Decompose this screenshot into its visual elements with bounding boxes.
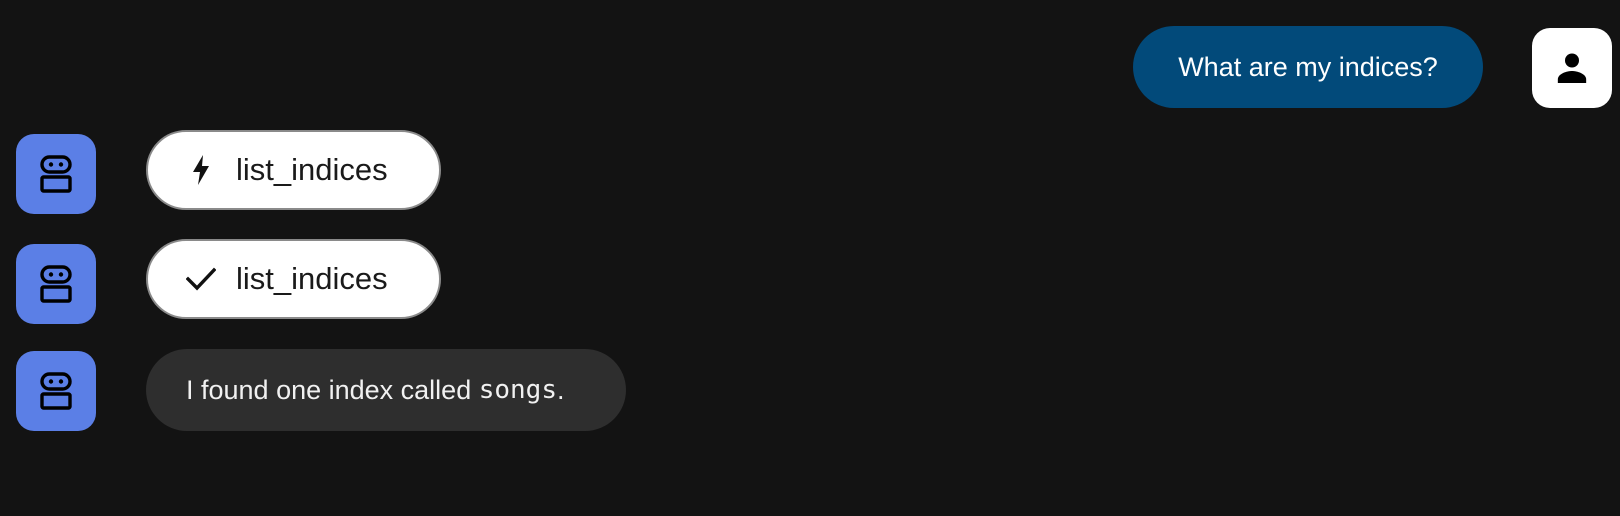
robot-icon: [40, 155, 72, 193]
chat-transcript: What are my indices? list_indices list_i…: [0, 0, 1620, 516]
tool-call-chip-running[interactable]: list_indices: [146, 130, 441, 210]
bot-avatar: [16, 351, 96, 431]
robot-icon: [40, 372, 72, 410]
person-icon: [1557, 53, 1587, 83]
user-message-bubble: What are my indices?: [1133, 26, 1483, 108]
bolt-icon: [184, 153, 218, 187]
user-message-text: What are my indices?: [1178, 51, 1438, 82]
robot-icon: [40, 265, 72, 303]
bot-avatar: [16, 244, 96, 324]
tool-call-chip-done[interactable]: list_indices: [146, 239, 441, 319]
tool-call-name: list_indices: [236, 152, 388, 187]
bot-message-bubble: I found one index called songs.: [146, 349, 626, 431]
index-name-code: songs: [478, 375, 557, 405]
tool-call-name: list_indices: [236, 261, 388, 296]
bot-message-text: I found one index called: [186, 374, 479, 405]
bot-message-punctuation: .: [557, 374, 565, 405]
check-icon: [184, 262, 218, 296]
user-avatar: [1532, 28, 1612, 108]
bot-avatar: [16, 134, 96, 214]
